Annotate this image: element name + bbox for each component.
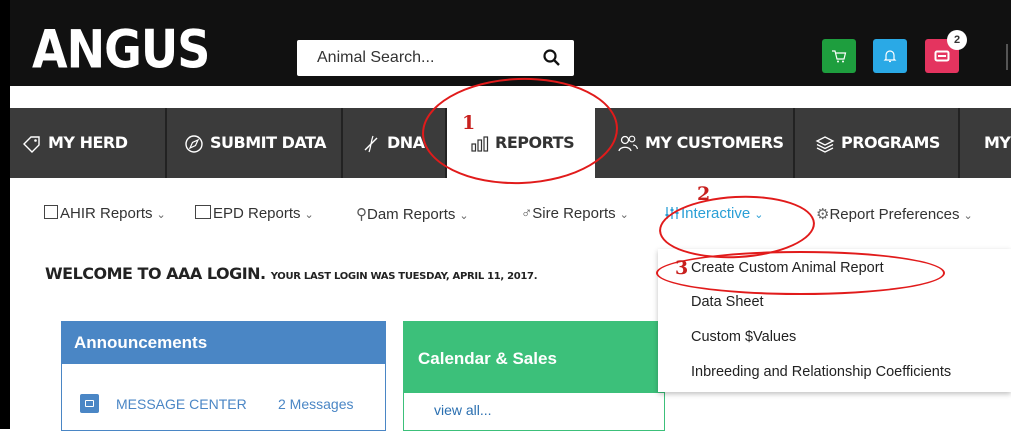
mail-icon <box>934 50 950 62</box>
message-count-link[interactable]: 2 Messages <box>278 396 353 412</box>
compass-icon <box>185 134 203 153</box>
annotation-number-3: 3 <box>675 257 689 279</box>
subnav-sire-reports[interactable]: ♂Sire Reports ⌄ <box>521 205 629 222</box>
tab-label: DNA <box>387 133 425 152</box>
bell-icon <box>883 50 897 63</box>
cart-icon <box>832 50 847 63</box>
tab-my-more[interactable]: MY <box>960 108 1011 178</box>
subnav-label: Dam Reports <box>367 206 456 223</box>
annotation-number-1: 1 <box>462 112 476 134</box>
chevron-down-icon: ⌄ <box>459 210 469 222</box>
announcements-title: Announcements <box>62 322 385 364</box>
chevron-down-icon: ⌄ <box>156 209 166 221</box>
open-book-icon <box>195 205 211 219</box>
subnav-label: EPD Reports <box>213 205 301 222</box>
annotation-circle-3 <box>656 251 945 295</box>
layers-icon <box>815 135 835 153</box>
tab-label: SUBMIT DATA <box>210 133 327 152</box>
top-bar: ANGUS Animal Search... 2 <box>10 0 1011 86</box>
cart-button[interactable] <box>822 39 856 73</box>
subnav-label: AHIR Reports <box>60 205 153 222</box>
tab-label: MY <box>984 133 1011 152</box>
gear-icon: ⚙ <box>816 206 830 223</box>
welcome-heading: WELCOME TO AAA LOGIN. <box>45 264 266 283</box>
subnav-dam-reports[interactable]: ⚲Dam Reports ⌄ <box>356 205 469 223</box>
tab-submit-data[interactable]: SUBMIT DATA <box>167 108 343 178</box>
message-center-link[interactable]: MESSAGE CENTER <box>116 396 247 412</box>
book-icon <box>44 205 58 219</box>
tab-my-customers[interactable]: MY CUSTOMERS <box>595 108 795 178</box>
angus-logo[interactable]: ANGUS <box>32 18 210 80</box>
tab-label: MY HERD <box>48 133 128 152</box>
tab-my-herd[interactable]: MY HERD <box>10 108 167 178</box>
calendar-panel: Calendar & Sales view all... <box>403 321 665 431</box>
search-input[interactable]: Animal Search... <box>317 49 434 67</box>
animal-search-box[interactable]: Animal Search... <box>297 40 574 76</box>
tab-label: PROGRAMS <box>841 133 940 152</box>
last-login-text: YOUR LAST LOGIN WAS TUESDAY, APRIL 11, 2… <box>270 271 538 282</box>
subnav-epd-reports[interactable]: EPD Reports ⌄ <box>195 205 314 222</box>
subnav-label: Report Preferences <box>829 206 960 223</box>
dna-icon <box>364 135 378 152</box>
menu-item-custom-values[interactable]: Custom $Values <box>691 329 796 345</box>
welcome-message: WELCOME TO AAA LOGIN. YOUR LAST LOGIN WA… <box>45 264 538 283</box>
subnav-label: Sire Reports <box>532 205 616 222</box>
subnav-report-preferences[interactable]: ⚙Report Preferences ⌄ <box>816 205 973 223</box>
view-all-link[interactable]: view all... <box>434 402 492 418</box>
header-divider <box>1006 44 1008 70</box>
annotation-number-2: 2 <box>697 183 711 205</box>
menu-item-data-sheet[interactable]: Data Sheet <box>691 294 764 310</box>
tag-icon <box>23 135 40 153</box>
male-icon: ♂ <box>521 205 533 222</box>
menu-item-inbreeding-coefficients[interactable]: Inbreeding and Relationship Coefficients <box>691 364 951 380</box>
chevron-down-icon: ⌄ <box>619 209 629 221</box>
message-count-badge: 2 <box>947 30 967 50</box>
female-icon: ⚲ <box>356 206 367 223</box>
calendar-title: Calendar & Sales <box>404 322 664 393</box>
search-icon[interactable] <box>542 48 562 68</box>
announcements-panel: Announcements MESSAGE CENTER 2 Messages <box>61 321 386 431</box>
subnav-ahir-reports[interactable]: AHIR Reports ⌄ <box>44 205 166 222</box>
reports-subnav: AHIR Reports ⌄ EPD Reports ⌄ ⚲Dam Reports ⌄… <box>10 178 1011 248</box>
tab-label: MY CUSTOMERS <box>645 133 784 152</box>
tab-programs[interactable]: PROGRAMS <box>795 108 960 178</box>
chevron-down-icon: ⌄ <box>304 209 314 221</box>
message-center-icon <box>80 394 99 413</box>
chevron-down-icon: ⌄ <box>963 210 973 222</box>
left-border <box>0 0 10 429</box>
users-icon <box>618 135 639 151</box>
notifications-button[interactable] <box>873 39 907 73</box>
